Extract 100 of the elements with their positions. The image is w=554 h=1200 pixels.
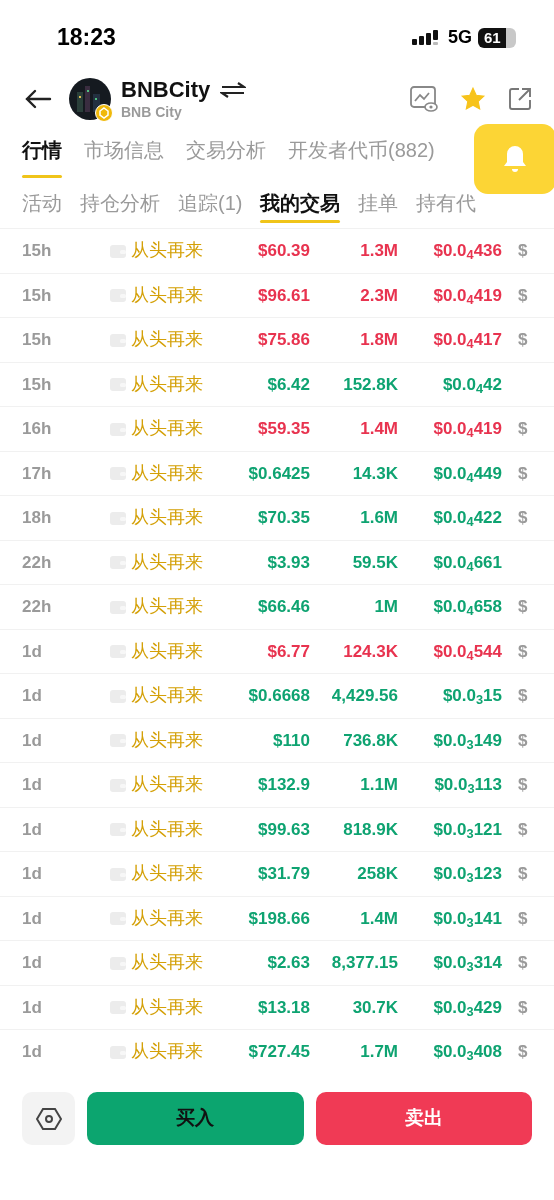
tab[interactable]: 交易分析 xyxy=(186,129,266,182)
trader-name[interactable]: 从头再来 xyxy=(131,682,211,710)
trader-name[interactable]: 从头再来 xyxy=(131,459,211,487)
price-cell-text: $0.0$_{4}$436 xyxy=(432,240,502,264)
token-name: BNBCity xyxy=(121,77,211,103)
table-cell-text: $ xyxy=(518,685,528,707)
value-cell-text: $0.6425 xyxy=(247,462,310,485)
tab[interactable]: 行情 xyxy=(22,129,62,182)
value-cell-text: $6.42 xyxy=(266,373,310,396)
trader-name[interactable]: 从头再来 xyxy=(131,815,211,843)
tab[interactable]: 市场信息 xyxy=(84,129,164,182)
table-cell-text: $ xyxy=(518,329,528,351)
price-cell-text: $0.0$_{3}$113 xyxy=(433,774,502,798)
share-icon[interactable] xyxy=(508,87,532,111)
table-cell-text: $ xyxy=(518,863,528,885)
trader-name[interactable]: 从头再来 xyxy=(131,771,211,799)
trader-name[interactable]: 从头再来 xyxy=(131,504,211,532)
price-cell-text: $0.0$_{4}$42 xyxy=(441,373,502,397)
table-cell-text: $ xyxy=(518,952,528,974)
amount-cell-text: 1.3M xyxy=(359,240,398,262)
hexagon-icon xyxy=(35,1106,62,1131)
sub-tab[interactable]: 活动 xyxy=(22,182,62,227)
amount-cell-text: 736.8K xyxy=(342,729,398,752)
price-cell-text: $0.0$_{3}$121 xyxy=(432,818,502,842)
price-cell-text: $0.0$_{4}$419 xyxy=(432,284,502,308)
trader-name[interactable]: 从头再来 xyxy=(131,904,211,932)
amount-cell-text: 1.1M xyxy=(359,774,398,796)
trader-name[interactable]: 从头再来 xyxy=(131,237,211,265)
value-cell-text: $66.46 xyxy=(257,596,310,618)
value-cell-text: $0.6668 xyxy=(247,685,310,707)
table-cell-text: $ xyxy=(518,596,528,618)
value-cell-text: $99.63 xyxy=(257,818,310,841)
chain-badge-icon xyxy=(95,104,113,122)
value-cell-text: $2.63 xyxy=(266,952,310,974)
time-cell-text: 1d xyxy=(22,818,43,841)
trader-name[interactable]: 从头再来 xyxy=(131,1038,211,1066)
price-cell-text: $0.0$_{4}$658 xyxy=(432,596,502,620)
buy-button[interactable]: 买入 xyxy=(87,1092,304,1145)
trader-name[interactable]: 从头再来 xyxy=(131,949,211,977)
trader-name[interactable]: 从头再来 xyxy=(131,993,211,1021)
value-cell-text: $70.35 xyxy=(257,507,310,529)
table-cell-text: $ xyxy=(518,240,528,262)
amount-cell-text: 30.7K xyxy=(351,996,398,1019)
time-cell-text: 22h xyxy=(22,596,53,618)
back-icon[interactable] xyxy=(24,89,52,109)
settings-button[interactable] xyxy=(22,1092,75,1145)
star-icon[interactable] xyxy=(460,86,486,112)
trader-name[interactable]: 从头再来 xyxy=(131,548,211,576)
tab[interactable]: 开发者代币(882) xyxy=(288,129,435,182)
table-cell-text: $ xyxy=(518,774,528,796)
sub-tab[interactable]: 我的交易 xyxy=(260,182,341,227)
price-cell-text: $0.0$_{4}$544 xyxy=(432,640,502,664)
table-cell-text: $ xyxy=(518,640,528,663)
time-cell-text: 16h xyxy=(22,418,53,440)
amount-cell-text: 1.4M xyxy=(359,418,398,440)
time-cell-text: 1d xyxy=(22,774,43,796)
sub-tab[interactable]: 追踪(1) xyxy=(178,182,243,227)
value-cell-text: $110 xyxy=(272,729,310,752)
price-cell-text: $0.0$_{3}$141 xyxy=(432,907,502,931)
table-cell-text: $ xyxy=(518,418,528,440)
price-cell-text: $0.0$_{3}$123 xyxy=(432,863,502,887)
time-cell-text: 1d xyxy=(22,729,43,752)
price-cell-text: $0.0$_{4}$449 xyxy=(432,462,502,486)
swap-icon[interactable] xyxy=(220,81,247,99)
trader-name[interactable]: 从头再来 xyxy=(131,637,211,665)
trader-name[interactable]: 从头再来 xyxy=(131,326,211,354)
sell-button[interactable]: 卖出 xyxy=(315,1092,532,1145)
value-cell-text: $727.45 xyxy=(247,1041,310,1063)
sub-tab[interactable]: 持仓分析 xyxy=(80,182,160,227)
amount-cell-text: 1.8M xyxy=(359,329,398,351)
trader-name[interactable]: 从头再来 xyxy=(131,593,211,621)
chart-watch-icon[interactable] xyxy=(410,86,438,112)
time-cell-text: 1d xyxy=(22,996,43,1019)
amount-cell-text: 1.7M xyxy=(359,1041,398,1063)
sub-tab[interactable]: 持有代 xyxy=(416,182,477,227)
time-cell-text: 1d xyxy=(22,863,43,885)
trader-name[interactable]: 从头再来 xyxy=(131,860,211,888)
value-cell-text: $6.77 xyxy=(266,640,310,663)
trader-name[interactable]: 从头再来 xyxy=(131,370,211,398)
table-cell-text: $ xyxy=(518,996,528,1019)
price-cell-text: $0.0$_{3}$429 xyxy=(432,996,502,1020)
value-cell-text: $59.35 xyxy=(257,418,310,440)
price-cell-text: $0.0$_{4}$422 xyxy=(432,507,502,531)
amount-cell-text: 8,377.15 xyxy=(330,952,398,974)
table-cell-text: $ xyxy=(518,507,528,529)
trader-name[interactable]: 从头再来 xyxy=(131,415,211,443)
amount-cell-text: 14.3K xyxy=(351,462,398,485)
amount-cell-text: 818.9K xyxy=(342,818,398,841)
trader-name[interactable]: 从头再来 xyxy=(131,281,211,309)
sub-tab[interactable]: 挂单 xyxy=(358,182,399,227)
time-cell-text: 18h xyxy=(22,507,53,529)
price-cell-text: $0.0$_{3}$149 xyxy=(432,729,502,753)
amount-cell-text: 59.5K xyxy=(351,551,398,574)
amount-cell-text: 124.3K xyxy=(342,640,398,663)
amount-cell-text: 152.8K xyxy=(342,373,398,396)
time-cell-text: 15h xyxy=(22,284,53,307)
value-cell-text: $3.93 xyxy=(266,551,310,574)
trader-name[interactable]: 从头再来 xyxy=(131,726,211,754)
amount-cell-text: 1M xyxy=(373,596,398,618)
time-cell-text: 15h xyxy=(22,373,53,396)
